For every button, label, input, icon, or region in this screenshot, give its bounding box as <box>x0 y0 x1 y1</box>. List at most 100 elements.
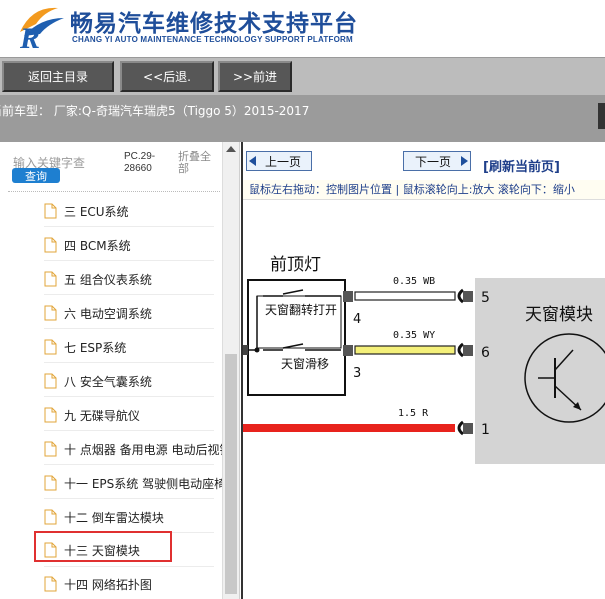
switch2-label: 天窗滑移 <box>281 357 329 371</box>
brand-title: 畅易汽车维修技术支持平台 <box>70 11 358 37</box>
divider <box>44 498 214 499</box>
document-icon <box>44 509 57 525</box>
divider <box>44 464 214 465</box>
wire-wb-label: 0.35 WB <box>393 276 435 287</box>
tree-item-ecu[interactable]: 三 ECU系统 <box>44 200 222 222</box>
tree-item-label: 十一 EPS系统 驾驶侧电动座椅 <box>64 476 222 491</box>
wiring-diagram-svg: 前顶灯 天窗翻转打开 天窗滑移 4 3 0.35 WB 0.35 WY 1.5 … <box>243 255 605 464</box>
refresh-link[interactable]: [刷新当前页] <box>483 156 560 175</box>
svg-text:R: R <box>19 22 40 52</box>
document-icon <box>44 237 57 253</box>
next-page-button[interactable]: 下一页 <box>403 151 471 171</box>
document-icon <box>44 441 57 457</box>
logo-icon: R <box>19 7 64 52</box>
scroll-up-icon[interactable] <box>226 146 236 152</box>
content-toolbar: 上一页 下一页 [刷新当前页] <box>243 142 605 180</box>
tree-item-navigation[interactable]: 九 无碟导航仪 <box>44 404 222 426</box>
query-button[interactable]: 查询 <box>12 168 60 183</box>
header: R 畅易汽车维修技术支持平台 CHANG YI AUTO MAINTENANCE… <box>0 0 605 57</box>
pin5-label: 5 <box>481 290 490 306</box>
pin6-label: 6 <box>481 345 490 361</box>
back-button[interactable]: <<后退. <box>120 61 214 92</box>
selection-highlight <box>34 531 172 562</box>
tree-item-esp[interactable]: 七 ESP系统 <box>44 336 222 358</box>
pin1-socket <box>457 420 464 436</box>
divider <box>8 191 220 192</box>
hint-bar: 鼠标左右拖动：控制图片位置 | 鼠标滚轮向上:放大 滚轮向下：缩小 <box>243 180 605 200</box>
model-bar-button[interactable] <box>598 103 605 129</box>
tree-item-network[interactable]: 十四 网络拓扑图 <box>44 573 222 595</box>
collapse-all-button[interactable]: 折叠全部 <box>178 151 214 175</box>
pin5-socket <box>457 288 464 304</box>
pin6-connector <box>463 345 473 356</box>
pc-code: PC.29- 28660 <box>124 151 155 175</box>
pin3-label: 3 <box>353 366 361 381</box>
document-icon <box>44 203 57 219</box>
next-page-label: 下一页 <box>414 154 451 169</box>
pin6-socket <box>457 342 464 358</box>
wire-wy-label: 0.35 WY <box>393 330 435 341</box>
current-model-text: 当前车型： 厂家:Q-奇瑞汽车瑞虎5（Tiggo 5）2015-2017 <box>0 104 310 118</box>
pin3-connector <box>343 345 353 356</box>
front-dome-light-title: 前顶灯 <box>270 255 321 275</box>
sidebar-scrollbar[interactable] <box>222 142 239 599</box>
divider <box>44 328 214 329</box>
wire-r-label: 1.5 R <box>398 408 429 419</box>
wire-r <box>243 424 455 432</box>
pin1-label: 1 <box>481 422 490 438</box>
wiring-diagram[interactable]: 前顶灯 天窗翻转打开 天窗滑移 4 3 0.35 WB 0.35 WY 1.5 … <box>243 200 605 599</box>
arrow-right-icon <box>461 156 468 166</box>
document-icon <box>44 576 57 592</box>
pin1-connector <box>463 423 473 434</box>
tree-item-label: 十二 倒车雷达模块 <box>64 510 164 525</box>
tree-item-lighter[interactable]: 十 点烟器 备用电源 电动后视镜 <box>44 438 222 460</box>
arrow-left-icon <box>249 156 256 166</box>
tree-item-label: 四 BCM系统 <box>64 238 131 253</box>
pin4-label: 4 <box>353 312 361 327</box>
divider <box>44 362 214 363</box>
document-icon <box>44 475 57 491</box>
sidebar: 输入关键字查 查询 PC.29- 28660 折叠全部 三 ECU系统 四 BC… <box>0 142 240 599</box>
pc-code-line1: PC.29- <box>124 151 156 162</box>
tree-item-bcm[interactable]: 四 BCM系统 <box>44 234 222 256</box>
front-dome-light-box <box>247 279 346 396</box>
pc-code-line2: 28660 <box>124 163 152 174</box>
tree-item-label: 九 无碟导航仪 <box>64 408 140 423</box>
prev-page-label: 上一页 <box>264 154 301 169</box>
wire-wy <box>354 345 456 355</box>
prev-page-button[interactable]: 上一页 <box>246 151 312 171</box>
tree-item-eps[interactable]: 十一 EPS系统 驾驶侧电动座椅 <box>44 472 222 494</box>
tree-item-cluster[interactable]: 五 组合仪表系统 <box>44 268 222 290</box>
app-window: R 畅易汽车维修技术支持平台 CHANG YI AUTO MAINTENANCE… <box>0 0 605 599</box>
tree-item-airbag[interactable]: 八 安全气囊系统 <box>44 370 222 392</box>
divider <box>44 566 214 567</box>
tree-item-label: 八 安全气囊系统 <box>64 374 152 389</box>
document-icon <box>44 339 57 355</box>
tree-item-label: 十 点烟器 备用电源 电动后视镜 <box>64 442 222 457</box>
document-icon <box>44 271 57 287</box>
sunroof-module-title: 天窗模块 <box>525 305 593 325</box>
document-icon <box>44 373 57 389</box>
brand-subtitle: CHANG YI AUTO MAINTENANCE TECHNOLOGY SUP… <box>72 35 353 44</box>
model-bar: 当前车型： 厂家:Q-奇瑞汽车瑞虎5（Tiggo 5）2015-2017 <box>0 95 605 142</box>
divider <box>44 396 214 397</box>
document-icon <box>44 305 57 321</box>
nav-bar: 返回主目录 <<后退. >>前进 <box>0 57 605 95</box>
switch1-label: 天窗翻转打开 <box>265 302 337 317</box>
tree-item-label: 六 电动空调系统 <box>64 306 152 321</box>
tree-item-ac[interactable]: 六 电动空调系统 <box>44 302 222 324</box>
wire-wb <box>354 291 456 301</box>
search-area: 输入关键字查 查询 PC.29- 28660 折叠全部 <box>0 142 222 190</box>
forward-button[interactable]: >>前进 <box>218 61 292 92</box>
left-connector <box>243 345 248 355</box>
document-icon <box>44 407 57 423</box>
divider <box>44 260 214 261</box>
scrollbar-thumb[interactable] <box>225 354 237 594</box>
divider <box>44 294 214 295</box>
tree-item-radar[interactable]: 十二 倒车雷达模块 <box>44 506 222 528</box>
divider <box>44 430 214 431</box>
home-button[interactable]: 返回主目录 <box>2 61 114 92</box>
pin4-connector <box>343 291 353 302</box>
tree-item-label: 十四 网络拓扑图 <box>64 577 152 592</box>
content-pane: 上一页 下一页 [刷新当前页] 鼠标左右拖动：控制图片位置 | 鼠标滚轮向上:放… <box>241 142 605 599</box>
